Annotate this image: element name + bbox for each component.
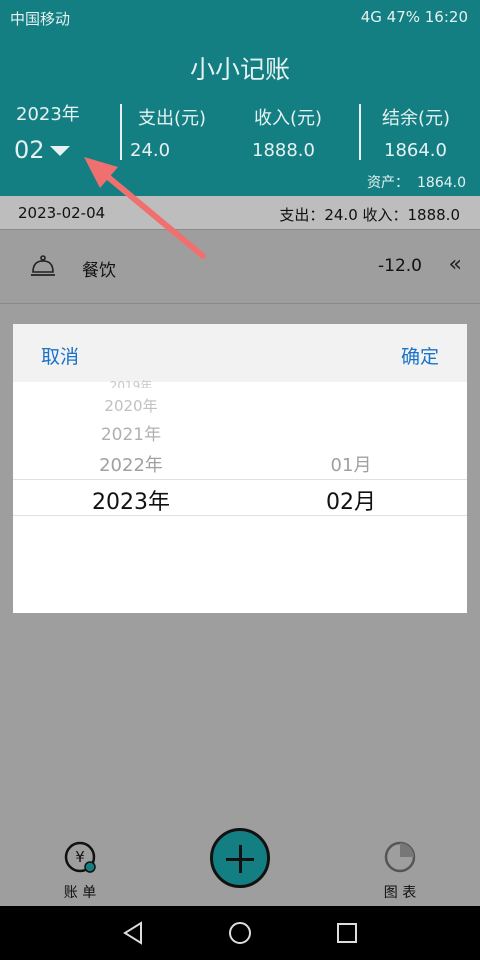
list-item[interactable]: 餐饮 -12.0 « [0,230,480,304]
picker-month-option[interactable]: 01月 [309,451,393,477]
expense-value: 24.0 [130,140,171,161]
picker-year-option[interactable]: 2021年 [56,420,206,445]
income-label: 收入(元) [253,108,323,129]
month-selector[interactable]: 02 [14,136,45,164]
nav-label-chart: 图 表 [383,885,417,901]
picker-selected-year[interactable]: 2023年 [56,484,206,516]
carrier-label: 中国移动 [10,10,71,28]
system-nav-bar [0,906,480,960]
picker-year-option[interactable]: 2019年 [56,380,206,388]
pie-chart-icon [384,841,416,873]
assets-line: 资产： 1864.0 [359,172,466,192]
svg-text:¥: ¥ [75,848,85,866]
summary-date: 2023-02-04 [18,204,106,222]
header-divider [120,104,122,160]
assets-label: 资产： [367,175,409,191]
expand-arrow-icon[interactable]: « [449,252,462,277]
expense-label: 支出(元) [137,108,207,129]
year-label[interactable]: 2023年 [16,100,80,126]
picker-year-option[interactable]: 2020年 [56,395,206,416]
income-value: 1888.0 [252,140,315,161]
ledger-yen-icon: ¥ [64,841,96,873]
day-summary-row: 2023-02-04 支出：24.0 收入：1888.0 [0,196,480,230]
balance-value: 1864.0 [384,140,447,161]
cancel-button[interactable]: 取消 [41,342,79,369]
recents-icon[interactable] [337,923,357,943]
app-header: 小小记账 2023年 02 支出(元) 收入(元) 结余(元) 24.0 188… [0,34,480,196]
confirm-button[interactable]: 确定 [401,342,439,369]
back-icon[interactable] [123,921,142,945]
picker-toolbar: 取消 确定 [13,324,467,382]
date-picker-dialog: 取消 确定 2019年 2020年 2021年 2022年 01月 2023年 … [13,324,467,613]
status-bar: 中国移动 4G 47% 16:20 [0,0,480,34]
dropdown-caret-icon[interactable] [50,146,70,156]
home-icon[interactable] [229,922,251,944]
record-amount: -12.0 [378,256,422,276]
add-record-button[interactable] [210,828,270,888]
status-indicators: 4G 47% 16:20 [360,8,468,26]
nav-item-ledger[interactable]: ¥ 账 单 [50,840,110,902]
system-nav-buttons [123,921,357,945]
bottom-nav: ¥ 账 单 图 表 [0,828,480,906]
picker-year-option[interactable]: 2022年 [56,451,206,477]
record-category: 餐饮 [82,261,116,281]
picker-selected-month[interactable]: 02月 [309,484,393,516]
plus-icon-vertical [239,845,242,873]
dining-bell-icon [31,255,55,276]
assets-value: 1864.0 [417,175,466,191]
nav-label-ledger: 账 单 [63,885,97,901]
nav-item-chart[interactable]: 图 表 [370,840,430,902]
balance-label: 结余(元) [381,108,451,129]
picker-selection-line [13,479,467,480]
app-title: 小小记账 [189,55,290,84]
summary-totals: 支出：24.0 收入：1888.0 [279,206,460,224]
header-divider [359,104,361,160]
